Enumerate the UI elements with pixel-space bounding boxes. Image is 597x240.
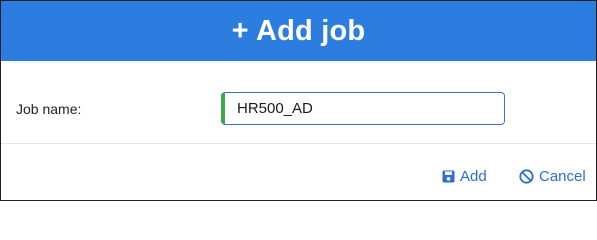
cancel-button-label: Cancel — [539, 168, 586, 185]
dialog-footer: Add Cancel — [1, 144, 596, 200]
job-name-row: Job name: — [1, 61, 596, 144]
add-button-label: Add — [460, 168, 487, 185]
job-name-input-wrapper — [221, 92, 505, 125]
cancel-button[interactable]: Cancel — [519, 168, 586, 185]
add-button[interactable]: Add — [442, 168, 487, 185]
ban-icon — [519, 169, 534, 184]
save-icon — [442, 170, 455, 183]
job-name-label: Job name: — [16, 101, 82, 117]
job-name-input[interactable] — [225, 93, 504, 124]
dialog-header: + Add job — [1, 1, 596, 61]
add-job-dialog: + Add job Job name: Add Cancel — [0, 0, 597, 201]
dialog-title: + Add job — [231, 14, 366, 47]
